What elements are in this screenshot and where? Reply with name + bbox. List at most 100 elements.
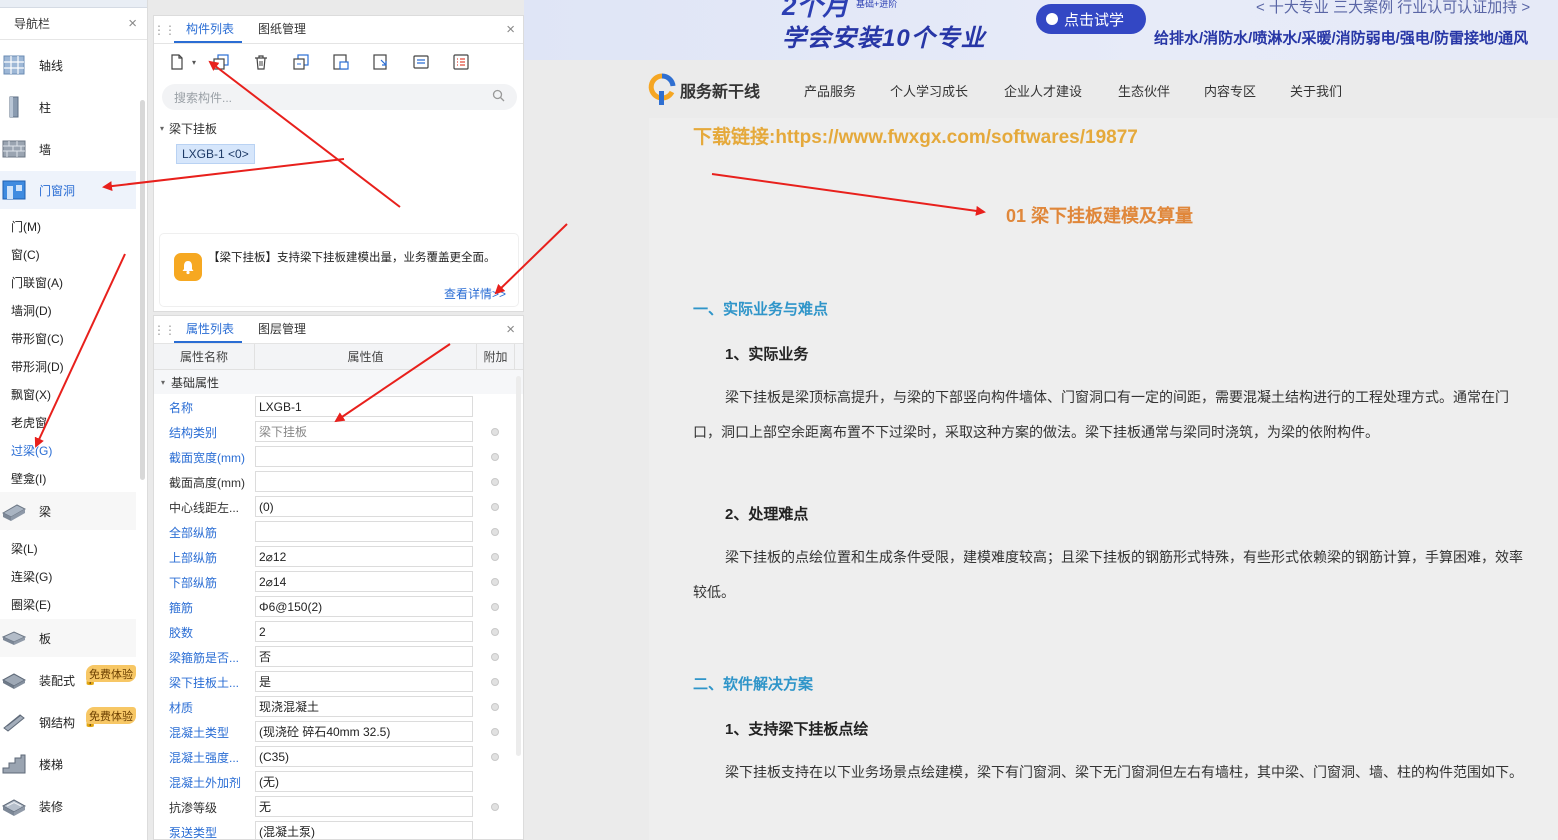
- property-value-field[interactable]: 无: [255, 796, 473, 817]
- nav-item-lintel[interactable]: 过梁(G): [11, 442, 52, 459]
- menu-personal-learning[interactable]: 个人学习成长: [890, 81, 968, 100]
- property-value-field[interactable]: 2: [255, 621, 473, 642]
- tree-group[interactable]: ▾ 梁下挂板: [160, 120, 523, 137]
- nav-category-axis[interactable]: 轴线: [0, 46, 136, 84]
- menu-enterprise-talent[interactable]: 企业人才建设: [1004, 81, 1082, 100]
- component-search-input[interactable]: 搜索构件...: [162, 84, 517, 110]
- promo-banner[interactable]: 2个月 基础+进阶 学会安装10个专业 点击试学 < 十大专业 三大案例 行业认…: [524, 0, 1558, 60]
- copy-button[interactable]: [210, 51, 232, 73]
- list-icon: [453, 54, 469, 70]
- property-value-field[interactable]: 梁下挂板: [255, 421, 473, 442]
- expand-triangle-icon[interactable]: ▾: [160, 124, 169, 133]
- drag-handle-icon[interactable]: ⋮⋮: [153, 16, 176, 43]
- property-value-field[interactable]: (现浇砼 碎石40mm 32.5): [255, 721, 473, 742]
- tab-layer-management[interactable]: 图层管理: [246, 320, 314, 343]
- search-icon[interactable]: [492, 89, 505, 105]
- new-component-button[interactable]: [166, 51, 188, 73]
- view-details-link[interactable]: 查看详情>>: [444, 285, 506, 302]
- nav-item-niche[interactable]: 壁龛(I): [11, 470, 46, 487]
- nav-item-door-window[interactable]: 门联窗(A): [11, 274, 63, 291]
- property-value-field[interactable]: (混凝土泵): [255, 821, 473, 839]
- duplicate-button[interactable]: [290, 51, 312, 73]
- extra-checkbox[interactable]: [491, 703, 499, 711]
- property-value-field[interactable]: 是: [255, 671, 473, 692]
- menu-product-service[interactable]: 产品服务: [804, 81, 856, 100]
- extra-checkbox[interactable]: [491, 478, 499, 486]
- property-row: 材质 现浇混凝土: [154, 694, 523, 719]
- property-row: 泵送类型 (混凝土泵): [154, 819, 523, 840]
- extra-checkbox[interactable]: [491, 528, 499, 536]
- delete-button[interactable]: [250, 51, 272, 73]
- nav-item-window[interactable]: 窗(C): [11, 246, 40, 263]
- banner-specialties: 给排水/消防水/喷淋水/采暖/消防弱电/强电/防雷接地/通风: [1154, 30, 1529, 47]
- nav-item-ring-beam[interactable]: 圈梁(E): [11, 596, 51, 613]
- property-value-field[interactable]: (C35): [255, 746, 473, 767]
- chevron-down-icon[interactable]: ▾: [192, 58, 196, 67]
- drag-handle-icon[interactable]: ⋮⋮: [154, 316, 176, 343]
- property-scrollbar[interactable]: [516, 376, 521, 756]
- menu-content-zone[interactable]: 内容专区: [1204, 81, 1256, 100]
- tree-item-lxgb-1[interactable]: LXGB-1 <0>: [176, 144, 255, 164]
- import-button[interactable]: [370, 51, 392, 73]
- nav-category-door-window[interactable]: 门窗洞: [0, 171, 136, 209]
- extra-checkbox[interactable]: [491, 753, 499, 761]
- close-icon[interactable]: ×: [128, 15, 137, 32]
- property-value-field[interactable]: Φ6@150(2): [255, 596, 473, 617]
- property-name: 泵送类型: [169, 826, 218, 840]
- extra-checkbox[interactable]: [491, 678, 499, 686]
- close-icon[interactable]: ×: [506, 321, 515, 338]
- menu-about-us[interactable]: 关于我们: [1290, 81, 1342, 100]
- property-value-field[interactable]: (无): [255, 771, 473, 792]
- nav-scrollbar[interactable]: [140, 100, 145, 480]
- extra-checkbox[interactable]: [491, 728, 499, 736]
- nav-item-bay-window[interactable]: 飘窗(X): [11, 386, 51, 403]
- tab-component-list[interactable]: 构件列表: [174, 20, 243, 43]
- nav-item-beam[interactable]: 梁(L): [11, 540, 38, 557]
- extra-checkbox[interactable]: [491, 553, 499, 561]
- property-value-field[interactable]: LXGB-1: [255, 396, 473, 417]
- property-group-basic[interactable]: ▾ 基础属性: [154, 370, 523, 394]
- nav-category-decoration[interactable]: 装修: [0, 787, 136, 825]
- property-value-field[interactable]: (0): [255, 496, 473, 517]
- property-value-field[interactable]: 现浇混凝土: [255, 696, 473, 717]
- extra-checkbox[interactable]: [491, 428, 499, 436]
- extra-checkbox[interactable]: [491, 503, 499, 511]
- property-value-field[interactable]: 否: [255, 646, 473, 667]
- nav-item-strip-window[interactable]: 带形窗(C): [11, 330, 64, 347]
- property-value-field[interactable]: 2⌀14: [255, 571, 473, 592]
- nav-item-door[interactable]: 门(M): [11, 218, 41, 235]
- tab-drawing-management[interactable]: 图纸管理: [246, 20, 314, 43]
- property-value-field[interactable]: [255, 471, 473, 492]
- extra-checkbox[interactable]: [491, 628, 499, 636]
- header-property-value: 属性值: [255, 344, 477, 369]
- nav-item-strip-hole[interactable]: 带形洞(D): [11, 358, 64, 375]
- free-trial-badge[interactable]: 免费体验: [86, 707, 136, 724]
- property-value-field[interactable]: [255, 446, 473, 467]
- tab-property-list[interactable]: 属性列表: [174, 320, 243, 343]
- try-learning-button[interactable]: 点击试学: [1036, 4, 1146, 34]
- extra-checkbox[interactable]: [491, 578, 499, 586]
- free-trial-badge[interactable]: 免费体验: [86, 665, 136, 682]
- download-link[interactable]: 下载链接:https://www.fwxgx.com/softwares/198…: [693, 122, 1138, 149]
- list-button[interactable]: [450, 51, 472, 73]
- nav-item-dormer[interactable]: 老虎窗: [11, 414, 47, 431]
- extra-checkbox[interactable]: [491, 803, 499, 811]
- close-icon[interactable]: ×: [506, 21, 515, 38]
- floor-copy-button[interactable]: [330, 51, 352, 73]
- nav-item-wall-hole[interactable]: 墙洞(D): [11, 302, 52, 319]
- expand-triangle-icon[interactable]: ▾: [161, 378, 165, 387]
- extra-checkbox[interactable]: [491, 453, 499, 461]
- nav-category-beam[interactable]: 梁: [0, 492, 136, 530]
- nav-category-stair[interactable]: 楼梯: [0, 745, 136, 783]
- property-value-field[interactable]: [255, 521, 473, 542]
- site-logo[interactable]: 服务新干线: [648, 73, 760, 107]
- nav-category-wall[interactable]: 墙: [0, 130, 136, 168]
- attribute-button[interactable]: [410, 51, 432, 73]
- nav-category-column[interactable]: 柱: [0, 88, 136, 126]
- nav-category-slab[interactable]: 板: [0, 619, 136, 657]
- extra-checkbox[interactable]: [491, 653, 499, 661]
- property-value-field[interactable]: 2⌀12: [255, 546, 473, 567]
- extra-checkbox[interactable]: [491, 603, 499, 611]
- menu-ecosystem-partners[interactable]: 生态伙伴: [1118, 81, 1170, 100]
- nav-item-coupling-beam[interactable]: 连梁(G): [11, 568, 52, 585]
